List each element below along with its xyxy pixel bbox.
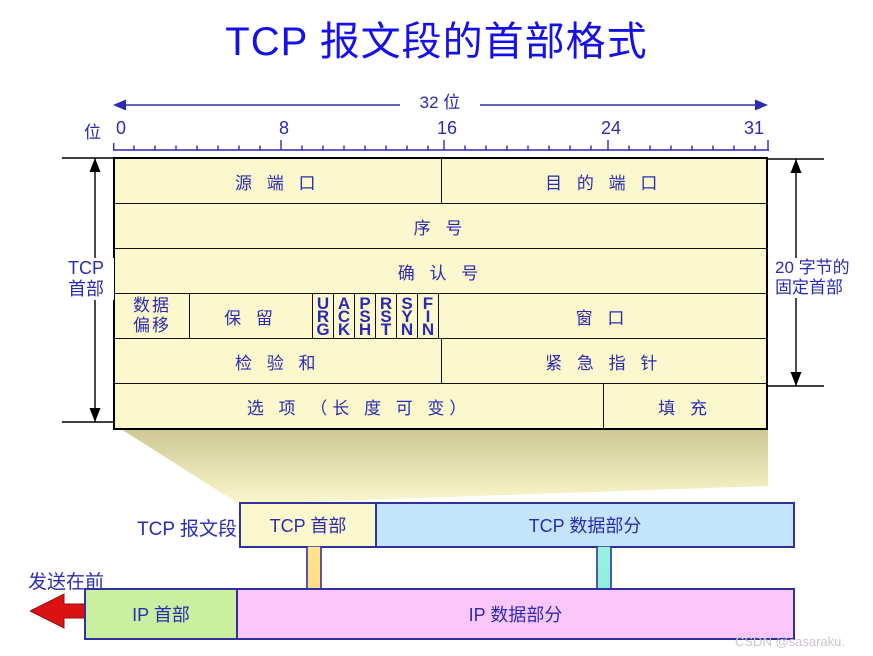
table-row: 检 验 和 紧 急 指 针 <box>115 339 766 384</box>
field-source-port: 源 端 口 <box>235 173 321 193</box>
tcp-header-extent-label-line1: TCP <box>68 258 104 278</box>
field-data-offset-line2: 偏移 <box>133 316 171 335</box>
tcp-segment-strip: TCP 首部 TCP 数据部分 <box>239 502 795 548</box>
flag-urg-c3: G <box>316 319 330 338</box>
flag-rst-c3: T <box>380 319 392 338</box>
flag-syn: S Y N <box>396 294 417 338</box>
field-destination-port: 目 的 端 口 <box>440 159 767 203</box>
perspective-connector <box>113 424 768 504</box>
tcp-segment-label: TCP 报文段 <box>137 519 237 540</box>
table-row: 确 认 号 <box>115 249 766 294</box>
table-row: 序 号 <box>115 204 766 249</box>
page-title: TCP 报文段的首部格式 <box>225 20 648 64</box>
ip-datagram-strip: IP 首部 IP 数据部分 <box>84 588 795 640</box>
field-urgent-pointer: 紧 急 指 针 <box>440 339 767 383</box>
ip-header-box: IP 首部 <box>86 590 238 638</box>
flag-psh: P S H <box>354 294 375 338</box>
tcp-segment-header-box: TCP 首部 <box>241 504 377 546</box>
flag-syn-c3: N <box>400 319 414 338</box>
field-padding: 填 充 <box>603 384 766 428</box>
tcp-header-table: 源 端 口 目 的 端 口 序 号 确 认 号 数据 偏移 保 留 U R G … <box>113 157 768 430</box>
table-row: 选 项 （长 度 可 变） 填 充 <box>115 384 766 428</box>
tick-label-24: 24 <box>600 118 622 138</box>
field-data-offset-line1: 数据 <box>133 296 171 315</box>
field-reserved: 保 留 <box>189 294 312 338</box>
tcp-header-extent-label-line2: 首部 <box>68 279 104 299</box>
tick-label-0: 0 <box>115 118 126 138</box>
flag-ack-c3: K <box>337 319 351 338</box>
ip-data-box: IP 数据部分 <box>238 590 793 638</box>
table-row: 数据 偏移 保 留 U R G A C K P S H R S T S Y N <box>115 294 766 339</box>
fixed-header-extent-label-line1: 20 字节的 <box>775 258 850 277</box>
flag-fin-c3: N <box>421 319 435 338</box>
flag-fin: F I N <box>417 294 438 338</box>
fixed-header-extent-label-line2: 固定首部 <box>775 278 843 297</box>
tick-label-16: 16 <box>436 118 458 138</box>
field-window: 窗 口 <box>438 294 766 338</box>
tcp-header-extent-label: TCP 首部 <box>58 258 114 300</box>
bit-span-label: 32 位 <box>400 93 480 113</box>
flag-urg: U R G <box>312 294 333 338</box>
field-data-offset: 数据 偏移 <box>115 294 189 338</box>
field-checksum: 检 验 和 <box>235 353 321 373</box>
tcp-segment-data-box: TCP 数据部分 <box>377 504 793 546</box>
fixed-header-extent-label: 20 字节的 固定首部 <box>775 258 873 298</box>
field-acknowledgement-number: 确 认 号 <box>397 263 484 283</box>
field-sequence-number: 序 号 <box>413 218 468 238</box>
bit-ruler <box>113 140 769 151</box>
watermark: CSDN @sasaraku. <box>735 634 846 649</box>
tick-label-8: 8 <box>278 118 289 138</box>
tick-label-31: 31 <box>743 118 765 138</box>
field-options: 选 项 （长 度 可 变） <box>246 398 472 418</box>
bit-axis-word: 位 <box>84 123 101 142</box>
flag-rst: R S T <box>375 294 396 338</box>
table-row: 源 端 口 目 的 端 口 <box>115 159 766 204</box>
flag-ack: A C K <box>333 294 354 338</box>
flag-psh-c3: H <box>358 319 372 338</box>
